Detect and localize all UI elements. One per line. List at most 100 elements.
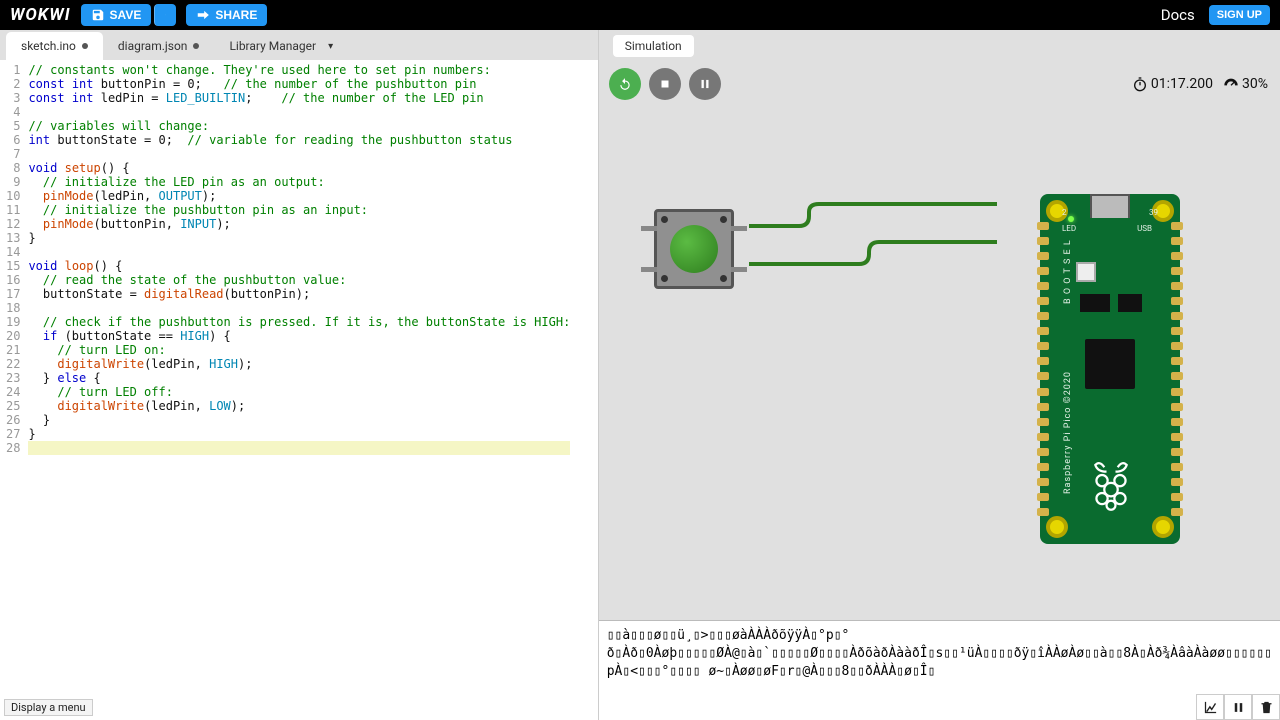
plotter-button[interactable] <box>1196 694 1224 720</box>
code-line[interactable]: if (buttonState == HIGH) { <box>28 329 570 343</box>
code-area[interactable]: // constants won't change. They're used … <box>28 63 570 455</box>
code-line[interactable]: // constants won't change. They're used … <box>28 63 570 77</box>
board-pin[interactable] <box>1171 463 1183 471</box>
restart-button[interactable] <box>609 68 641 100</box>
component-pushbutton[interactable] <box>654 209 734 289</box>
screw-icon <box>720 216 727 223</box>
save-button[interactable]: SAVE <box>81 4 152 26</box>
code-line[interactable]: } <box>28 231 570 245</box>
board-pin[interactable] <box>1171 448 1183 456</box>
code-line[interactable]: // initialize the LED pin as an output: <box>28 175 570 189</box>
save-dropdown-button[interactable] <box>154 4 176 26</box>
bootsel-button[interactable] <box>1076 262 1096 282</box>
code-line[interactable]: // turn LED off: <box>28 385 570 399</box>
board-pin[interactable] <box>1171 433 1183 441</box>
code-line[interactable]: digitalWrite(ledPin, HIGH); <box>28 357 570 371</box>
board-pin[interactable] <box>1037 433 1049 441</box>
board-pin[interactable] <box>1171 493 1183 501</box>
code-line[interactable]: // read the state of the pushbutton valu… <box>28 273 570 287</box>
board-pin[interactable] <box>1171 267 1183 275</box>
board-pin[interactable] <box>1037 448 1049 456</box>
code-line[interactable] <box>28 301 570 315</box>
code-line[interactable]: const int buttonPin = 0; // the number o… <box>28 77 570 91</box>
share-button[interactable]: SHARE <box>186 4 267 26</box>
code-line[interactable]: int buttonState = 0; // variable for rea… <box>28 133 570 147</box>
console-pause-button[interactable] <box>1224 694 1252 720</box>
tab-sketch-ino[interactable]: sketch.ino <box>6 32 103 60</box>
component-raspberry-pi-pico[interactable]: 2 39 LED USB B O O T S E L Raspberry Pi … <box>1040 194 1180 544</box>
simulation-pane: Simulation 01:17.200 <box>599 30 1280 720</box>
simulation-canvas[interactable]: 2 39 LED USB B O O T S E L Raspberry Pi … <box>599 104 1280 620</box>
board-pin[interactable] <box>1171 388 1183 396</box>
board-pin[interactable] <box>1037 267 1049 275</box>
board-pin[interactable] <box>1037 327 1049 335</box>
code-line[interactable]: digitalWrite(ledPin, LOW); <box>28 399 570 413</box>
board-pin[interactable] <box>1037 388 1049 396</box>
pushbutton-cap[interactable] <box>670 225 718 273</box>
board-pin[interactable] <box>1037 342 1049 350</box>
tab-diagram-json[interactable]: diagram.json <box>103 32 215 60</box>
board-pin[interactable] <box>1171 403 1183 411</box>
board-pin[interactable] <box>1037 297 1049 305</box>
board-pin[interactable] <box>1037 463 1049 471</box>
board-pin[interactable] <box>1171 478 1183 486</box>
header-left: WOKWI SAVE SHARE <box>10 4 267 26</box>
screw-icon <box>661 275 668 282</box>
board-pin[interactable] <box>1171 237 1183 245</box>
board-pin[interactable] <box>1037 357 1049 365</box>
tab-simulation[interactable]: Simulation <box>613 35 694 57</box>
board-pin[interactable] <box>1037 252 1049 260</box>
board-pin[interactable] <box>1037 493 1049 501</box>
board-pin[interactable] <box>1171 312 1183 320</box>
board-pin[interactable] <box>1171 252 1183 260</box>
code-line[interactable]: pinMode(buttonPin, INPUT); <box>28 217 570 231</box>
board-pin[interactable] <box>1037 222 1049 230</box>
code-line[interactable]: } <box>28 413 570 427</box>
board-pin[interactable] <box>1171 342 1183 350</box>
board-pin[interactable] <box>1171 222 1183 230</box>
stop-button[interactable] <box>649 68 681 100</box>
serial-console[interactable]: ▯▯à▯▯▯ø▯▯ü¸▯>▯▯▯øàÀÀÀðõÿÿÀ▯°p▯° ð▯Àð▯0Àø… <box>599 620 1280 720</box>
code-line[interactable]: } <box>28 427 570 441</box>
board-pin[interactable] <box>1171 327 1183 335</box>
tab-label: Library Manager <box>229 39 316 53</box>
code-line[interactable]: const int ledPin = LED_BUILTIN; // the n… <box>28 91 570 105</box>
code-line[interactable]: buttonState = digitalRead(buttonPin); <box>28 287 570 301</box>
board-pin[interactable] <box>1037 403 1049 411</box>
board-pin[interactable] <box>1037 478 1049 486</box>
console-clear-button[interactable] <box>1252 694 1280 720</box>
code-line[interactable] <box>28 441 570 455</box>
main-content: sketch.inodiagram.jsonLibrary Manager▾ 1… <box>0 30 1280 720</box>
code-line[interactable]: } else { <box>28 371 570 385</box>
board-pin[interactable] <box>1037 237 1049 245</box>
code-line[interactable]: void loop() { <box>28 259 570 273</box>
code-line[interactable]: void setup() { <box>28 161 570 175</box>
code-line[interactable]: // turn LED on: <box>28 343 570 357</box>
board-pin[interactable] <box>1037 372 1049 380</box>
code-line[interactable] <box>28 105 570 119</box>
pause-button[interactable] <box>689 68 721 100</box>
code-line[interactable]: pinMode(ledPin, OUTPUT); <box>28 189 570 203</box>
code-editor[interactable]: 1234567891011121314151617181920212223242… <box>0 60 598 720</box>
signup-button[interactable]: SIGN UP <box>1209 5 1270 25</box>
board-pin[interactable] <box>1037 312 1049 320</box>
board-pin[interactable] <box>1171 508 1183 516</box>
code-line[interactable] <box>28 147 570 161</box>
code-line[interactable] <box>28 245 570 259</box>
board-pin[interactable] <box>1171 282 1183 290</box>
console-panel: ▯▯à▯▯▯ø▯▯ü¸▯>▯▯▯øàÀÀÀðõÿÿÀ▯°p▯° ð▯Àð▯0Àø… <box>599 620 1280 720</box>
board-pin[interactable] <box>1037 508 1049 516</box>
board-pin[interactable] <box>1171 418 1183 426</box>
board-pin[interactable] <box>1037 282 1049 290</box>
line-gutter: 1234567891011121314151617181920212223242… <box>0 63 28 455</box>
code-line[interactable]: // initialize the pushbutton pin as an i… <box>28 203 570 217</box>
chip-icon <box>1118 294 1142 312</box>
code-line[interactable]: // check if the pushbutton is pressed. I… <box>28 315 570 329</box>
board-pin[interactable] <box>1171 372 1183 380</box>
code-line[interactable]: // variables will change: <box>28 119 570 133</box>
tab-library-manager[interactable]: Library Manager▾ <box>214 32 348 60</box>
board-pin[interactable] <box>1171 297 1183 305</box>
board-pin[interactable] <box>1171 357 1183 365</box>
docs-link[interactable]: Docs <box>1161 6 1195 24</box>
board-pin[interactable] <box>1037 418 1049 426</box>
